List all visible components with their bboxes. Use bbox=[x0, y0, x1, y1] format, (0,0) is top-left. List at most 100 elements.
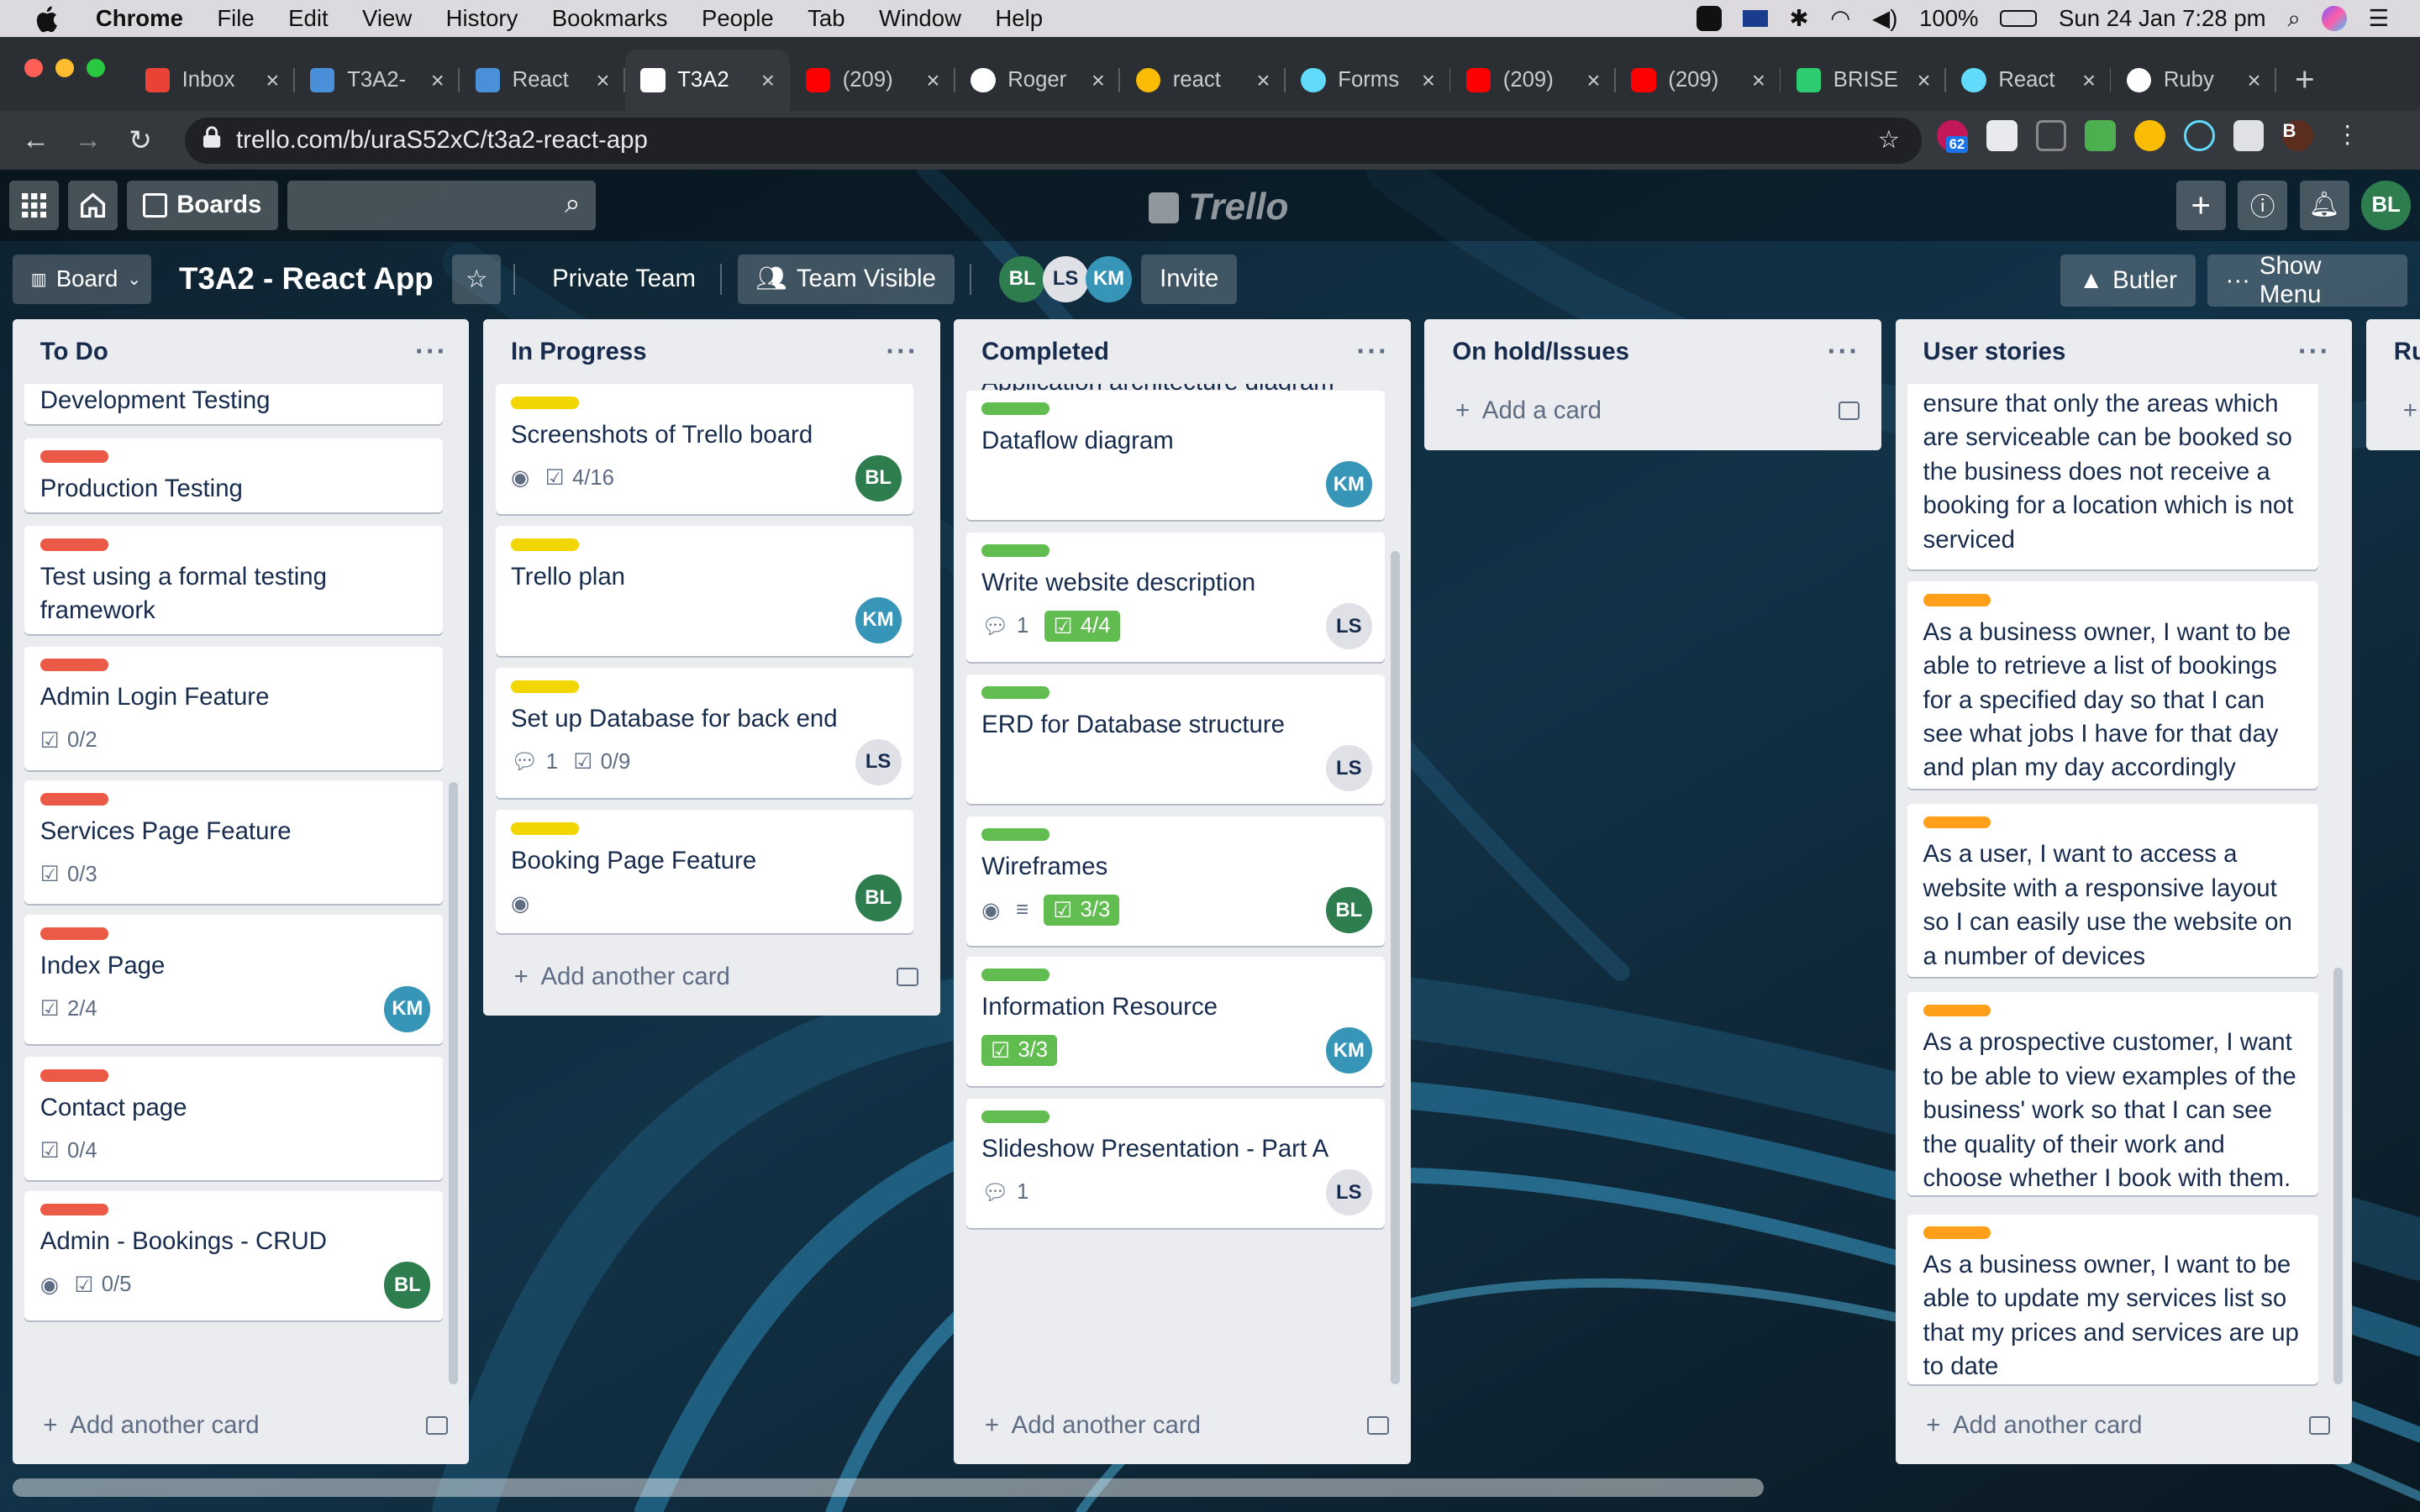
add-another-card-button[interactable]: + Add another card bbox=[496, 950, 928, 1002]
card[interactable]: Dataflow diagram KM bbox=[965, 390, 1385, 520]
member-avatar[interactable]: KM bbox=[1085, 255, 1133, 302]
card-label[interactable] bbox=[981, 544, 1050, 558]
address-bar[interactable]: trello.com/b/uraS52xC/t3a2-react-app ☆ bbox=[185, 117, 1922, 164]
flag-icon[interactable] bbox=[1743, 9, 1768, 28]
zoom-window-button[interactable] bbox=[86, 58, 105, 77]
clock[interactable]: Sun 24 Jan 7:28 pm bbox=[2059, 5, 2266, 32]
close-tab-icon[interactable]: × bbox=[1586, 67, 1600, 94]
card[interactable]: Production Testing bbox=[24, 438, 444, 512]
browser-tab[interactable]: (209) × bbox=[1616, 50, 1781, 111]
card-label[interactable] bbox=[39, 538, 108, 551]
list-menu-icon[interactable]: ··· bbox=[1828, 336, 1860, 368]
card-template-icon[interactable] bbox=[2308, 1416, 2331, 1436]
extension-icon[interactable] bbox=[2035, 120, 2067, 151]
apple-icon[interactable] bbox=[34, 5, 61, 33]
list-title[interactable]: On hold/Issues bbox=[1452, 338, 1629, 366]
visibility-button[interactable]: 👥︎ Team Visible bbox=[737, 255, 955, 304]
puzzle-icon[interactable] bbox=[2233, 120, 2265, 151]
battery-icon[interactable] bbox=[2000, 9, 2038, 28]
board-view-switcher[interactable]: ▥ Board ⌄ bbox=[12, 255, 151, 304]
card-label[interactable] bbox=[981, 969, 1050, 982]
spotlight-search-icon[interactable]: ⌕ bbox=[2287, 5, 2300, 33]
shield-check-icon[interactable] bbox=[1697, 6, 1722, 31]
boards-button[interactable]: Boards bbox=[126, 180, 278, 230]
card-label[interactable] bbox=[510, 396, 579, 409]
card-member-avatar[interactable]: BL bbox=[855, 874, 902, 921]
card[interactable]: Test using a formal testing framework bbox=[24, 526, 444, 634]
add-another-card-button[interactable]: + Add another card bbox=[966, 1399, 1398, 1452]
browser-tab[interactable]: T3A2 × bbox=[624, 49, 791, 112]
create-plus-icon[interactable]: + bbox=[2175, 180, 2226, 230]
more-vert-icon[interactable]: ⋮ bbox=[2332, 120, 2363, 151]
card-label[interactable] bbox=[39, 1203, 108, 1216]
browser-tab[interactable]: react × bbox=[1120, 50, 1286, 111]
new-tab-button[interactable]: + bbox=[2295, 60, 2315, 99]
card-label[interactable] bbox=[981, 686, 1050, 700]
bluetooth-icon[interactable]: ✱ bbox=[1789, 5, 1808, 32]
card-member-avatar[interactable]: LS bbox=[1325, 745, 1372, 792]
extension-icon[interactable] bbox=[1986, 120, 2018, 151]
card[interactable]: As a user, I want to access a website wi… bbox=[1907, 803, 2318, 977]
bookmark-star-icon[interactable]: ☆ bbox=[1878, 125, 1900, 155]
close-tab-icon[interactable]: × bbox=[266, 67, 279, 94]
extension-icon[interactable]: 62 bbox=[1937, 120, 1968, 153]
react-devtools-icon[interactable] bbox=[2183, 120, 2215, 151]
list-menu-icon[interactable]: ··· bbox=[415, 336, 448, 368]
list-header[interactable]: In Progress ··· bbox=[483, 319, 940, 384]
team-button[interactable]: Private Team bbox=[534, 255, 714, 304]
list-header[interactable]: To Do ··· bbox=[13, 319, 470, 384]
card-member-avatar[interactable]: LS bbox=[1325, 603, 1372, 650]
member-avatar[interactable]: LS bbox=[1042, 255, 1089, 302]
close-window-button[interactable] bbox=[24, 58, 44, 77]
board-horizontal-scrollbar[interactable] bbox=[12, 1478, 1765, 1497]
close-tab-icon[interactable]: × bbox=[1092, 67, 1105, 94]
list-header[interactable]: Ru bbox=[2366, 319, 2420, 384]
menu-view[interactable]: View bbox=[362, 5, 412, 32]
card-label[interactable] bbox=[1923, 594, 1991, 606]
close-tab-icon[interactable]: × bbox=[1752, 67, 1765, 94]
browser-tab[interactable]: (209) × bbox=[1450, 50, 1616, 111]
card[interactable]: As a prospective customer, I want to be … bbox=[1907, 992, 2318, 1196]
info-icon[interactable]: ⓘ bbox=[2238, 180, 2288, 230]
invite-button[interactable]: Invite bbox=[1141, 255, 1238, 304]
menu-window[interactable]: Window bbox=[879, 5, 961, 32]
card-label[interactable] bbox=[1923, 816, 1991, 829]
card[interactable]: ensure that only the areas which are ser… bbox=[1907, 384, 2318, 570]
card-label[interactable] bbox=[510, 538, 579, 551]
close-tab-icon[interactable]: × bbox=[926, 67, 939, 94]
back-arrow-icon[interactable]: ← bbox=[9, 124, 61, 156]
close-tab-icon[interactable]: × bbox=[761, 67, 775, 94]
list-menu-icon[interactable]: ··· bbox=[1357, 336, 1390, 368]
board-search-input[interactable]: ⌕ bbox=[287, 180, 596, 230]
menu-bookmarks[interactable]: Bookmarks bbox=[552, 5, 668, 32]
list-title[interactable]: In Progress bbox=[511, 338, 647, 366]
card[interactable]: Information Resource ☑ 3/3 KM bbox=[965, 956, 1385, 1087]
card-template-icon[interactable] bbox=[425, 1416, 448, 1436]
card[interactable]: Wireframes ◉ ≡ ☑ 3/3 BL bbox=[965, 816, 1385, 946]
card-label[interactable] bbox=[981, 1110, 1050, 1124]
extension-icon[interactable] bbox=[2134, 120, 2165, 151]
card[interactable]: ERD for Database structure LS bbox=[965, 674, 1385, 804]
add-card-button[interactable]: + bbox=[2385, 384, 2417, 436]
card-label[interactable] bbox=[510, 680, 579, 693]
show-menu-button[interactable]: ··· Show Menu bbox=[2207, 252, 2408, 308]
trello-logo[interactable]: Trello bbox=[1148, 186, 1288, 228]
close-tab-icon[interactable]: × bbox=[596, 67, 609, 94]
card-member-avatar[interactable]: BL bbox=[855, 454, 902, 501]
card-label[interactable] bbox=[981, 828, 1050, 841]
card[interactable]: Admin - Bookings - CRUD ◉ ☑ 0/5 BL bbox=[24, 1190, 444, 1321]
browser-tab[interactable]: Inbox × bbox=[129, 50, 295, 111]
apps-grid-icon[interactable] bbox=[9, 180, 59, 230]
card-template-icon[interactable] bbox=[897, 967, 918, 986]
card-member-avatar[interactable]: KM bbox=[1325, 1027, 1372, 1074]
menu-help[interactable]: Help bbox=[995, 5, 1043, 32]
card-member-avatar[interactable]: BL bbox=[384, 1262, 431, 1309]
list-menu-icon[interactable]: ··· bbox=[2298, 336, 2331, 368]
menu-people[interactable]: People bbox=[702, 5, 774, 32]
close-tab-icon[interactable]: × bbox=[1256, 67, 1270, 94]
card-member-avatar[interactable]: LS bbox=[855, 738, 902, 785]
card-member-avatar[interactable]: KM bbox=[384, 985, 431, 1032]
list-title[interactable]: User stories bbox=[1923, 338, 2066, 366]
browser-tab[interactable]: T3A2- × bbox=[295, 50, 460, 111]
browser-tab[interactable]: Roger × bbox=[955, 50, 1121, 111]
